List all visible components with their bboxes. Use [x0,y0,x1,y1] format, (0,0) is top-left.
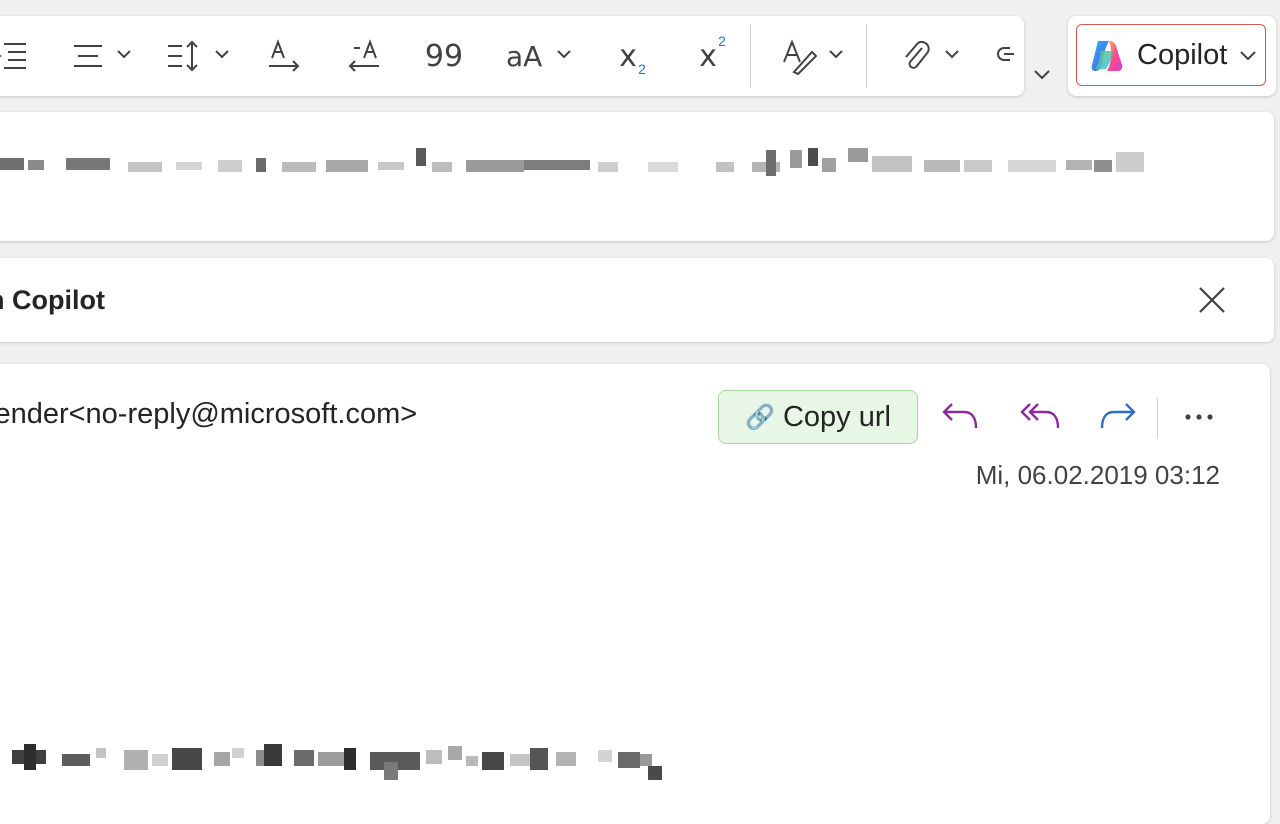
forward-button[interactable] [1096,398,1140,436]
link-button[interactable] [992,28,1024,84]
chevron-down-icon [944,48,960,60]
styles-button[interactable] [780,28,852,84]
toolbar-separator [866,24,867,88]
align-icon [70,38,106,74]
message-date: Mi, 06.02.2019 03:12 [975,460,1220,490]
indent-button[interactable] [0,28,28,84]
line-spacing-button[interactable] [166,28,238,84]
blurred-subject-text [0,148,1180,188]
superscript-mark: 2 [718,32,726,49]
close-button[interactable] [1196,284,1228,316]
link-icon [996,40,1024,70]
superscript-icon: x 2 [699,33,726,74]
reply-all-button[interactable] [1018,398,1062,436]
message-panel: lender<no-reply@microsoft.com> 🔗 Copy ur… [0,364,1270,824]
text-direction-ltr-icon [266,38,302,74]
superscript-button[interactable]: x 2 [686,28,730,84]
copilot-label: Copilot [1137,38,1228,71]
subscript-base: x [619,38,637,74]
subject-panel[interactable] [0,112,1274,241]
actions-separator [1157,398,1158,438]
text-direction-ltr-button[interactable] [264,28,304,84]
copilot-panel: Copilot [1068,16,1276,96]
chevron-down-icon [556,48,572,60]
text-direction-rtl-icon [346,38,382,74]
copilot-button[interactable]: Copilot [1076,24,1266,86]
chevron-down-icon [1239,49,1257,61]
blurred-body-text [0,744,680,788]
forward-icon [1096,403,1140,440]
change-case-icon: aA [506,40,543,73]
chevron-down-icon [214,48,230,60]
copy-url-button[interactable]: 🔗 Copy url [718,390,918,444]
copilot-bar: h Copilot [0,258,1274,342]
more-actions-button[interactable] [1178,398,1222,436]
reply-all-icon [1018,403,1062,440]
close-icon [1196,287,1228,320]
more-options-chevron-icon[interactable] [1032,68,1052,87]
reply-icon [938,403,982,440]
link-icon: 🔗 [745,403,775,431]
subscript-button[interactable]: x 2 [606,28,650,84]
copilot-bar-title: h Copilot [0,285,105,315]
subscript-icon: x 2 [619,38,646,77]
quote-button[interactable]: 99 [424,28,464,84]
chevron-down-icon [116,48,132,60]
indent-icon [0,36,28,76]
change-case-button[interactable]: aA [504,28,576,84]
copilot-logo-icon [1089,37,1125,73]
chevron-down-icon [828,48,844,60]
align-button[interactable] [70,28,142,84]
attach-icon [898,38,934,74]
line-spacing-icon [166,38,202,74]
formatting-toolbar: 99 aA x 2 x 2 [0,16,1024,96]
reply-button[interactable] [938,398,982,436]
superscript-base: x [699,38,717,74]
text-direction-rtl-button[interactable] [344,28,384,84]
toolbar-separator [750,24,751,88]
subscript-mark: 2 [638,60,646,77]
styles-icon [780,38,818,76]
attach-button[interactable] [898,28,970,84]
quote-icon: 99 [424,38,464,74]
sender-address[interactable]: lender<no-reply@microsoft.com> [0,398,417,431]
more-icon [1178,414,1222,440]
copy-url-label: Copy url [782,400,891,433]
